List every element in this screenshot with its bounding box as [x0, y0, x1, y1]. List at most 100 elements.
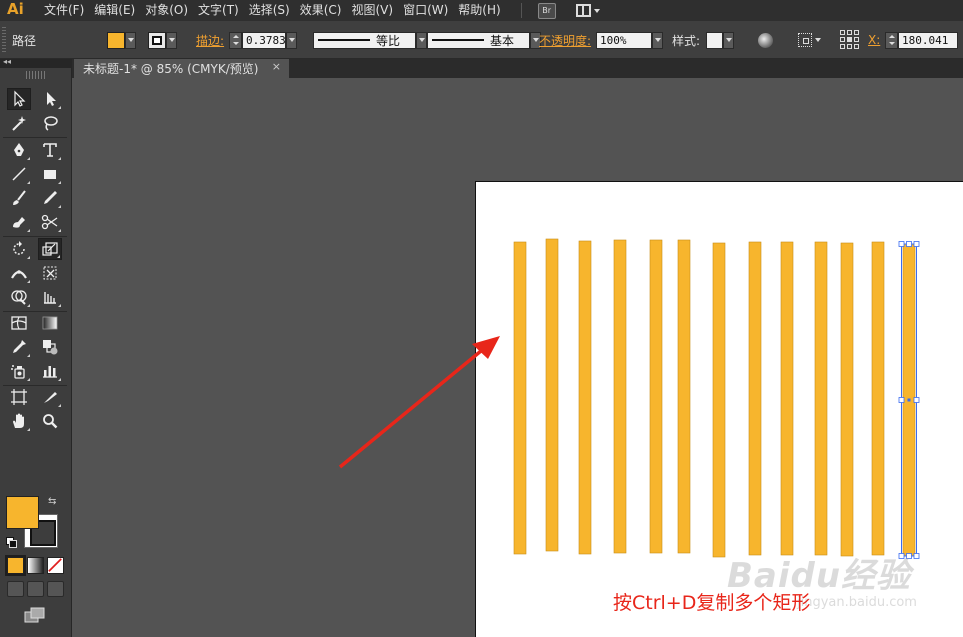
- direct-selection-tool[interactable]: [38, 88, 62, 110]
- control-bar-grip[interactable]: [2, 21, 6, 59]
- change-screen-mode-button[interactable]: [24, 607, 46, 624]
- fill-color-control[interactable]: [107, 21, 136, 59]
- symbol-sprayer-tool[interactable]: [7, 360, 31, 382]
- opacity-panel-link[interactable]: 不透明度:: [539, 21, 591, 59]
- blend-tool[interactable]: [38, 336, 62, 358]
- menu-item[interactable]: 视图(V): [351, 0, 401, 21]
- collapse-panel-icon[interactable]: ◂◂: [3, 57, 11, 66]
- rectangle-bar[interactable]: [545, 238, 559, 552]
- rectangle-bar[interactable]: [513, 241, 527, 555]
- brush-definition[interactable]: 基本: [427, 21, 541, 59]
- zoom-tool[interactable]: [38, 410, 62, 432]
- width-tool[interactable]: [7, 262, 31, 284]
- graphic-style-swatch[interactable]: [706, 31, 723, 49]
- menu-item[interactable]: 效果(C): [300, 0, 350, 21]
- stroke-panel-link[interactable]: 描边:: [196, 21, 224, 59]
- default-fill-stroke-icon[interactable]: [6, 537, 17, 548]
- blob-brush-tool[interactable]: [7, 211, 31, 233]
- rotate-tool[interactable]: [7, 238, 31, 260]
- draw-inside-button[interactable]: [47, 581, 64, 597]
- stroke-weight-stepper[interactable]: [229, 31, 242, 49]
- opacity-dropdown[interactable]: [652, 31, 663, 49]
- selection-handle[interactable]: [913, 397, 920, 403]
- fill-swatch[interactable]: [107, 31, 125, 49]
- graphic-style-dropdown[interactable]: [723, 31, 734, 49]
- pencil-tool[interactable]: [38, 187, 62, 209]
- menu-item[interactable]: 窗口(W): [403, 0, 456, 21]
- stroke-swatch[interactable]: [148, 31, 166, 49]
- variable-width-dropdown[interactable]: [416, 31, 427, 49]
- artboard-tool[interactable]: [7, 386, 31, 408]
- magic-wand-tool[interactable]: [7, 112, 31, 134]
- rectangle-bar[interactable]: [712, 242, 726, 558]
- rectangle-tool[interactable]: [38, 163, 62, 185]
- color-mode-button[interactable]: [5, 555, 26, 576]
- gradient-mode-button[interactable]: [27, 557, 44, 574]
- stroke-dropdown-arrow[interactable]: [166, 31, 177, 49]
- opacity-control[interactable]: 100%: [596, 21, 663, 59]
- draw-normal-button[interactable]: [7, 581, 24, 597]
- bridge-button[interactable]: Br: [537, 2, 556, 19]
- free-transform-tool[interactable]: [38, 262, 62, 284]
- rectangle-bar[interactable]: [871, 241, 885, 556]
- selection-handle[interactable]: [898, 397, 905, 403]
- column-graph-tool[interactable]: [38, 360, 62, 382]
- x-coordinate-control[interactable]: 180.041: [885, 21, 958, 59]
- stroke-weight-control[interactable]: 0.3783: [229, 21, 297, 59]
- stroke-color-control[interactable]: [148, 21, 177, 59]
- scissors-tool[interactable]: [38, 211, 62, 233]
- menu-item[interactable]: 文字(T): [198, 0, 247, 21]
- menu-item[interactable]: 对象(O): [145, 0, 196, 21]
- rectangle-bar[interactable]: [649, 239, 663, 554]
- tools-panel-grip[interactable]: [25, 71, 46, 79]
- line-segment-tool[interactable]: [7, 163, 31, 185]
- graph-tool[interactable]: [38, 286, 62, 308]
- selection-tool[interactable]: [7, 88, 31, 110]
- slice-tool[interactable]: [38, 386, 62, 408]
- menu-item[interactable]: 编辑(E): [94, 0, 143, 21]
- x-coordinate-field[interactable]: 180.041: [898, 31, 958, 49]
- paintbrush-tool[interactable]: [7, 187, 31, 209]
- tools-panel-header[interactable]: ◂◂: [0, 57, 71, 68]
- menu-item[interactable]: 选择(S): [249, 0, 298, 21]
- stroke-weight-dropdown[interactable]: [286, 31, 297, 49]
- menu-item[interactable]: 文件(F): [44, 0, 92, 21]
- lasso-tool[interactable]: [38, 112, 62, 134]
- rectangle-bar[interactable]: [613, 239, 627, 554]
- rectangle-bar[interactable]: [578, 240, 592, 555]
- stroke-weight-field[interactable]: 0.3783: [242, 31, 286, 49]
- rectangle-bar[interactable]: [814, 241, 828, 556]
- scale-tool[interactable]: [38, 238, 62, 260]
- rectangle-bar[interactable]: [748, 241, 762, 556]
- none-mode-button[interactable]: [47, 557, 64, 574]
- fill-dropdown-arrow[interactable]: [125, 31, 136, 49]
- type-tool[interactable]: [38, 139, 62, 161]
- variable-width-profile[interactable]: 等比: [313, 21, 427, 59]
- close-tab-icon[interactable]: ×: [272, 60, 281, 73]
- selection-handle[interactable]: [906, 241, 912, 247]
- eyedropper-tool[interactable]: [7, 336, 31, 358]
- rectangle-bar[interactable]: [677, 239, 691, 554]
- arrange-documents-button[interactable]: [575, 4, 600, 17]
- menu-item[interactable]: 帮助(H): [458, 0, 508, 21]
- mesh-tool[interactable]: [7, 312, 31, 334]
- rectangle-bar[interactable]: [840, 242, 854, 557]
- draw-behind-button[interactable]: [27, 581, 44, 597]
- gradient-tool[interactable]: [38, 312, 62, 334]
- document-tab[interactable]: 未标题-1* @ 85% (CMYK/预览) ×: [74, 59, 290, 78]
- selection-handle[interactable]: [913, 241, 920, 247]
- fill-color-swatch[interactable]: [6, 496, 39, 529]
- swap-fill-stroke-icon[interactable]: ⇆: [48, 496, 56, 507]
- shape-builder-tool[interactable]: [7, 286, 31, 308]
- x-coordinate-link[interactable]: X:: [868, 21, 880, 59]
- reference-point-button[interactable]: [840, 21, 860, 59]
- align-selection-button[interactable]: [798, 21, 821, 59]
- graphic-style-control[interactable]: [706, 21, 734, 59]
- x-coordinate-stepper[interactable]: [885, 31, 898, 49]
- canvas-area[interactable]: Baidu经验 jingyan.baidu.com 按Ctrl+D复制多个矩形: [72, 78, 963, 637]
- pen-tool[interactable]: [7, 139, 31, 161]
- hand-tool[interactable]: [7, 410, 31, 432]
- rectangle-bar[interactable]: [780, 241, 794, 556]
- selection-handle[interactable]: [898, 241, 905, 247]
- recolor-artwork-button[interactable]: [758, 21, 773, 59]
